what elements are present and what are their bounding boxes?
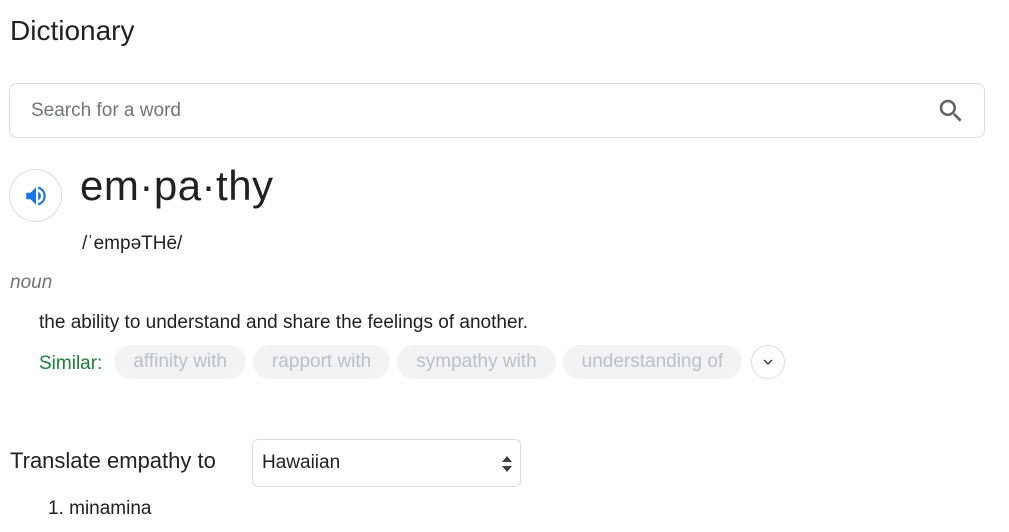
similar-words-row: Similar: affinity with rapport with symp…: [39, 345, 786, 379]
part-of-speech: noun: [10, 272, 53, 293]
language-select[interactable]: Hawaiian: [252, 439, 521, 487]
pronounce-button[interactable]: [9, 169, 62, 222]
speaker-icon: [25, 185, 46, 206]
similar-chip-rapport-with[interactable]: rapport with: [252, 345, 391, 379]
translation-result: 1. minamina: [48, 498, 152, 519]
headword: em·pa·thy: [80, 162, 274, 209]
search-icon[interactable]: [936, 96, 966, 126]
expand-similar-button[interactable]: [751, 345, 786, 379]
language-selected-value: Hawaiian: [262, 452, 341, 473]
translate-label: Translate empathy to: [10, 448, 216, 473]
similar-chip-affinity-with[interactable]: affinity with: [114, 345, 246, 379]
similar-chip-understanding-of[interactable]: understanding of: [562, 345, 743, 379]
search-box[interactable]: [9, 83, 985, 138]
similar-label: Similar:: [39, 353, 103, 374]
search-input[interactable]: [31, 99, 911, 122]
page-title: Dictionary: [10, 15, 135, 46]
select-arrows-icon: [502, 456, 512, 472]
definition-text: the ability to understand and share the …: [39, 312, 529, 333]
phonetic-spelling: /ˈempəTHē/: [82, 233, 183, 254]
chevron-down-icon: [763, 359, 773, 365]
similar-chip-sympathy-with[interactable]: sympathy with: [397, 345, 556, 379]
